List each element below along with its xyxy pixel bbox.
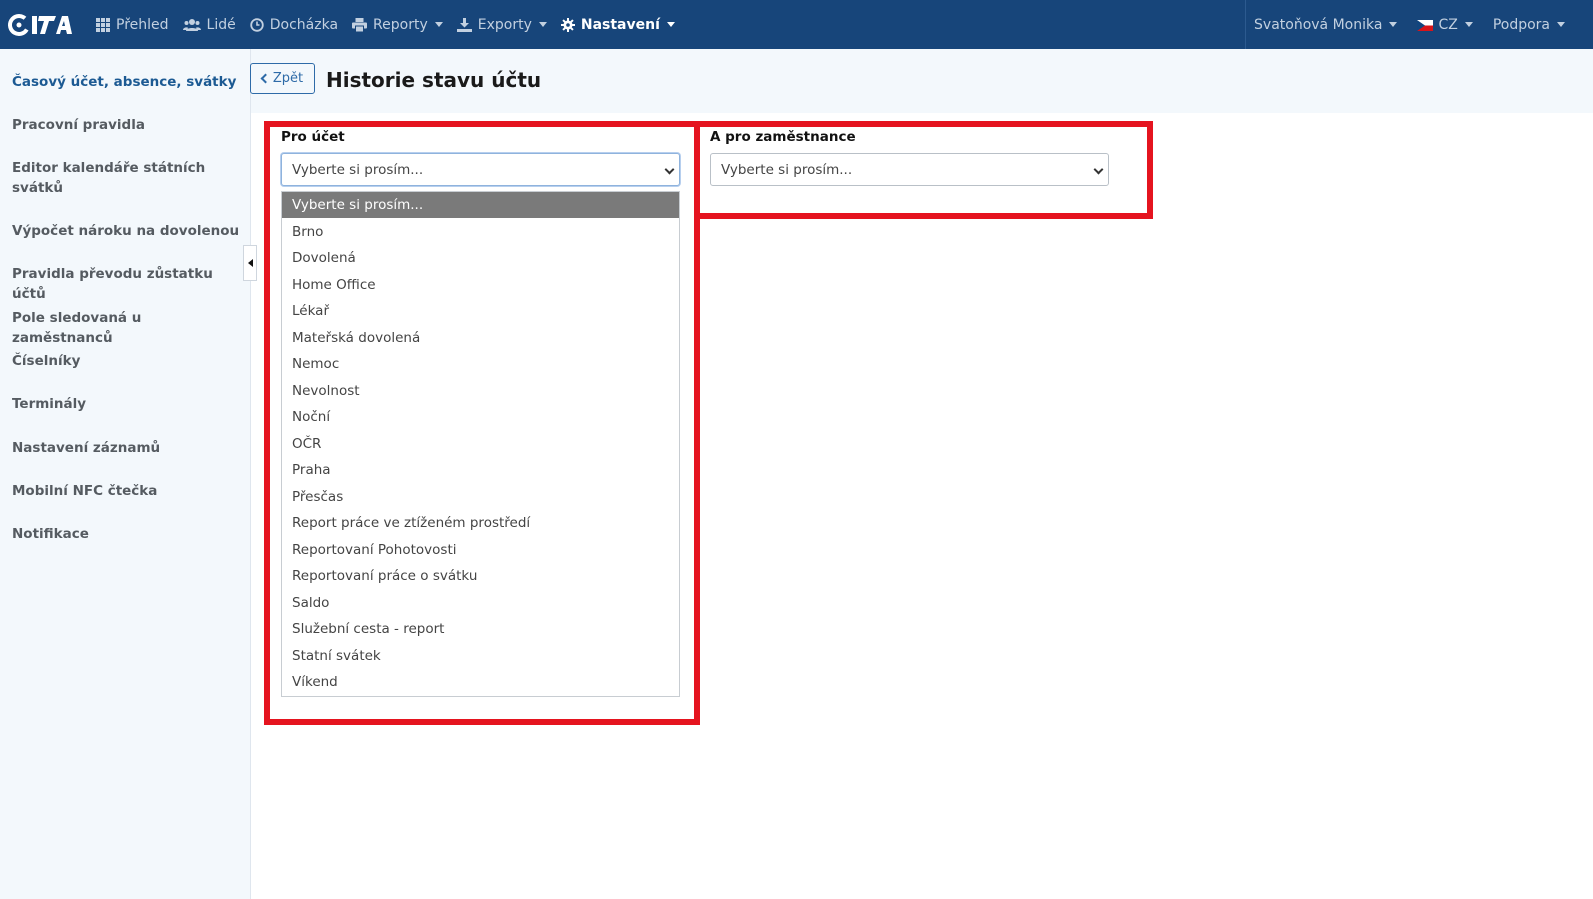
user-name: Svatoňová Monika	[1254, 16, 1383, 33]
sidebar-item-editor-kalendare[interactable]: Editor kalendáře státních svátků	[12, 158, 212, 198]
grid-icon	[96, 17, 110, 32]
user-menu[interactable]: Svatoňová Monika	[1246, 0, 1405, 49]
sidebar-item-notifikace[interactable]: Notifikace	[12, 524, 244, 544]
nav-dochazka-label: Docházka	[269, 16, 339, 33]
support-label: Podpora	[1492, 16, 1550, 33]
sidebar-item-pracovni-pravidla[interactable]: Pracovní pravidla	[12, 115, 244, 135]
page-title: Historie stavu účtu	[326, 68, 542, 92]
clock-icon	[250, 17, 264, 32]
nav-lide[interactable]: Lidé	[176, 0, 243, 49]
sidebar-item-pravidla-prevodu[interactable]: Pravidla převodu zůstatku účtů	[12, 264, 244, 304]
printer-icon	[352, 17, 368, 32]
nav-prehled-label: Přehled	[116, 16, 169, 33]
nav-exporty-label: Exporty	[477, 16, 532, 33]
nav-nastaveni[interactable]: Nastavení	[554, 0, 682, 49]
export-icon	[456, 17, 472, 32]
back-button-label: Zpět	[272, 71, 304, 86]
czech-flag-icon	[1417, 19, 1434, 31]
language-menu[interactable]: CZ	[1405, 0, 1480, 49]
nav-prehled[interactable]: Přehled	[89, 0, 176, 49]
chevron-down-icon	[434, 22, 443, 27]
sidebar-item-casovy-ucet[interactable]: Časový účet, absence, svátky	[12, 72, 244, 92]
sidebar-item-mobilni-nfc[interactable]: Mobilní NFC čtečka	[12, 481, 244, 501]
sidebar-item-nastaveni-zaznamu[interactable]: Nastavení záznamů	[12, 438, 244, 458]
highlight-box-employee	[694, 121, 1153, 219]
gear-icon	[560, 17, 575, 32]
sidebar-item-terminaly[interactable]: Terminály	[12, 394, 244, 414]
sidebar-item-ciselniky[interactable]: Číselníky	[12, 351, 244, 371]
chevron-left-icon	[247, 259, 253, 267]
nav-right-group: Svatoňová Monika CZ Podpora	[1245, 0, 1593, 49]
back-button[interactable]: Zpět	[250, 63, 315, 94]
support-link[interactable]: Podpora	[1481, 0, 1593, 49]
users-icon	[182, 18, 201, 32]
chevron-down-icon	[1389, 22, 1398, 27]
nav-lide-label: Lidé	[206, 16, 236, 33]
nav-dochazka[interactable]: Docházka	[243, 0, 345, 49]
chevron-down-icon	[1557, 22, 1565, 27]
nav-reporty-label: Reporty	[373, 16, 428, 33]
sidebar-item-pole-sledovana[interactable]: Pole sledovaná u zaměstnanců	[12, 308, 244, 348]
nav-reporty[interactable]: Reporty	[345, 0, 450, 49]
chevron-down-icon	[538, 22, 547, 27]
chevron-left-icon	[260, 73, 271, 84]
language-label: CZ	[1438, 16, 1458, 33]
nav-nastaveni-label: Nastavení	[580, 16, 660, 33]
sidebar-collapse-button[interactable]	[243, 245, 257, 281]
highlight-box-account	[264, 121, 700, 725]
top-navbar: Přehled Lidé Docházka Reporty Exporty Na…	[0, 0, 1593, 49]
nav-exporty[interactable]: Exporty	[450, 0, 554, 49]
ita-logo[interactable]	[0, 0, 78, 49]
chevron-down-icon	[666, 22, 675, 27]
chevron-down-icon	[1464, 22, 1473, 27]
sidebar-item-vypocet-naroku[interactable]: Výpočet nároku na dovolenou	[12, 221, 244, 241]
